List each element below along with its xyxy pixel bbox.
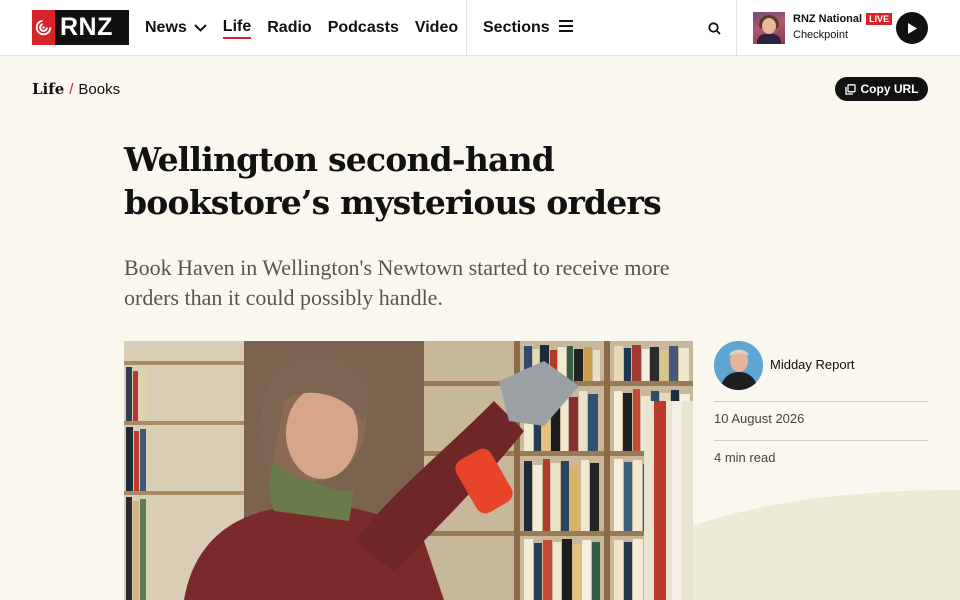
copy-icon — [844, 83, 856, 95]
site-header: RNZ News Life Radio Podcasts Video Secti… — [0, 0, 960, 56]
copy-url-button[interactable]: Copy URL — [835, 77, 928, 101]
article-headline: Wellington second-hand bookstore’s myste… — [124, 140, 662, 222]
sections-label: Sections — [483, 19, 550, 36]
main-nav: News Life Radio Podcasts Video — [145, 0, 474, 56]
live-badge: LIVE — [866, 13, 893, 25]
logo-text: RNZ — [60, 13, 113, 41]
station-name: RNZ National — [793, 13, 863, 25]
byline-divider — [714, 440, 928, 441]
search-icon[interactable] — [704, 18, 724, 38]
rnz-logo-mark-icon — [32, 10, 55, 45]
live-program-name[interactable]: Checkpoint — [793, 29, 848, 41]
header-divider — [466, 0, 467, 56]
live-program-thumbnail[interactable] — [753, 12, 785, 44]
live-station[interactable]: RNZ National LIVE — [793, 13, 893, 25]
nav-item-life[interactable]: Life — [222, 18, 252, 39]
copy-url-label: Copy URL — [860, 82, 919, 96]
hamburger-icon — [558, 19, 573, 37]
breadcrumb-life[interactable]: Life — [32, 80, 64, 98]
author-avatar[interactable] — [714, 341, 763, 390]
breadcrumb-books[interactable]: Books — [78, 81, 120, 98]
nav-item-radio[interactable]: Radio — [267, 19, 311, 37]
chevron-down-icon — [194, 19, 207, 37]
byline-divider — [714, 401, 928, 402]
breadcrumb: Life / Books — [32, 80, 120, 98]
header-divider — [736, 0, 737, 56]
nav-item-podcasts[interactable]: Podcasts — [328, 19, 399, 37]
rnz-logo[interactable]: RNZ — [32, 10, 129, 45]
author-name[interactable]: Midday Report — [770, 357, 855, 372]
nav-item-video[interactable]: Video — [415, 19, 458, 37]
play-icon[interactable] — [896, 12, 928, 44]
sections-menu-button[interactable]: Sections — [483, 0, 573, 56]
nav-item-news[interactable]: News — [145, 19, 207, 37]
read-time: 4 min read — [714, 450, 776, 465]
breadcrumb-separator: / — [69, 80, 74, 98]
article-standfirst: Book Haven in Wellington's Newtown start… — [124, 255, 670, 310]
article-hero-image[interactable] — [124, 341, 693, 600]
nav-item-label: News — [145, 19, 187, 36]
publish-date: 10 August 2026 — [714, 411, 805, 426]
